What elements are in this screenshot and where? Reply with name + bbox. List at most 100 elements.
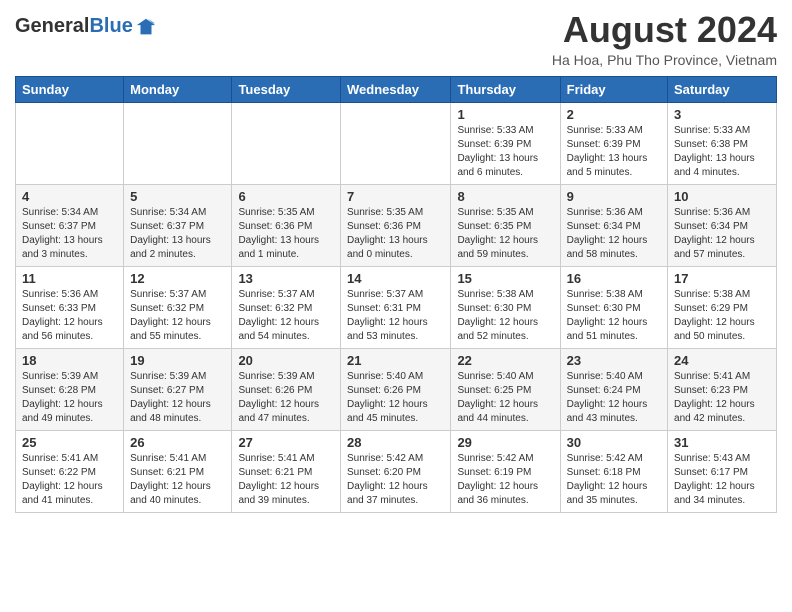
calendar-cell: 27 Sunrise: 5:41 AM Sunset: 6:21 PM Dayli…: [232, 430, 341, 512]
calendar-cell: 4Sunrise: 5:34 AM Sunset: 6:37 PM Daylig…: [16, 184, 124, 266]
day-number: 20: [238, 353, 334, 368]
day-info: Sunrise: 5:37 AM Sunset: 6:32 PM Dayligh…: [130, 288, 225, 344]
day-info: Sunrise: 5:37 AM Sunset: 6:32 PM Dayligh…: [238, 288, 334, 344]
day-number: 15: [457, 271, 553, 286]
logo-general: General: [15, 15, 89, 38]
day-number: 9: [567, 189, 661, 204]
day-info: Sunrise: 5:38 AM Sunset: 6:29 PM Dayligh…: [674, 288, 770, 344]
calendar-cell: 24 Sunrise: 5:41 AM Sunset: 6:23 PM Dayli…: [668, 348, 777, 430]
day-number: 4: [22, 189, 117, 204]
logo: GeneralBlue: [15, 10, 157, 38]
day-number: 14: [347, 271, 444, 286]
day-info: Sunrise: 5:34 AM Sunset: 6:37 PM Dayligh…: [130, 206, 225, 262]
day-info: Sunrise: 5:39 AM Sunset: 6:27 PM Dayligh…: [130, 370, 225, 426]
day-number: 1: [457, 107, 553, 122]
calendar-cell: 28 Sunrise: 5:42 AM Sunset: 6:20 PM Dayli…: [341, 430, 451, 512]
day-number: 25: [22, 435, 117, 450]
calendar-cell: [124, 102, 232, 184]
day-info: Sunrise: 5:33 AM Sunset: 6:38 PM Dayligh…: [674, 124, 770, 180]
day-number: 12: [130, 271, 225, 286]
calendar-cell: 8Sunrise: 5:35 AM Sunset: 6:35 PM Daylig…: [451, 184, 560, 266]
calendar-week-row: 1 Sunrise: 5:33 AM Sunset: 6:39 PM Daylig…: [16, 102, 777, 184]
calendar-week-row: 18Sunrise: 5:39 AM Sunset: 6:28 PM Dayli…: [16, 348, 777, 430]
day-info: Sunrise: 5:42 AM Sunset: 6:18 PM Dayligh…: [567, 452, 661, 508]
calendar-header-saturday: Saturday: [668, 76, 777, 102]
calendar-cell: 31 Sunrise: 5:43 AM Sunset: 6:17 PM Dayli…: [668, 430, 777, 512]
calendar-cell: 20 Sunrise: 5:39 AM Sunset: 6:26 PM Dayli…: [232, 348, 341, 430]
calendar-cell: 9Sunrise: 5:36 AM Sunset: 6:34 PM Daylig…: [560, 184, 667, 266]
calendar-cell: 29Sunrise: 5:42 AM Sunset: 6:19 PM Dayli…: [451, 430, 560, 512]
calendar-header-thursday: Thursday: [451, 76, 560, 102]
calendar-cell: 16 Sunrise: 5:38 AM Sunset: 6:30 PM Dayli…: [560, 266, 667, 348]
day-number: 27: [238, 435, 334, 450]
calendar-cell: 13Sunrise: 5:37 AM Sunset: 6:32 PM Dayli…: [232, 266, 341, 348]
calendar-cell: 17Sunrise: 5:38 AM Sunset: 6:29 PM Dayli…: [668, 266, 777, 348]
month-title: August 2024: [552, 10, 777, 50]
day-number: 31: [674, 435, 770, 450]
calendar-cell: 6 Sunrise: 5:35 AM Sunset: 6:36 PM Daylig…: [232, 184, 341, 266]
calendar-cell: 19 Sunrise: 5:39 AM Sunset: 6:27 PM Dayli…: [124, 348, 232, 430]
calendar-header-row: SundayMondayTuesdayWednesdayThursdayFrid…: [16, 76, 777, 102]
day-number: 19: [130, 353, 225, 368]
day-info: Sunrise: 5:35 AM Sunset: 6:35 PM Dayligh…: [457, 206, 553, 262]
day-number: 28: [347, 435, 444, 450]
day-info: Sunrise: 5:41 AM Sunset: 6:22 PM Dayligh…: [22, 452, 117, 508]
day-number: 7: [347, 189, 444, 204]
day-info: Sunrise: 5:33 AM Sunset: 6:39 PM Dayligh…: [457, 124, 553, 180]
day-number: 23: [567, 353, 661, 368]
day-number: 30: [567, 435, 661, 450]
day-info: Sunrise: 5:35 AM Sunset: 6:36 PM Dayligh…: [238, 206, 334, 262]
day-number: 3: [674, 107, 770, 122]
day-info: Sunrise: 5:41 AM Sunset: 6:23 PM Dayligh…: [674, 370, 770, 426]
calendar-cell: 18Sunrise: 5:39 AM Sunset: 6:28 PM Dayli…: [16, 348, 124, 430]
logo-icon: [135, 16, 157, 38]
day-number: 11: [22, 271, 117, 286]
day-number: 2: [567, 107, 661, 122]
day-info: Sunrise: 5:38 AM Sunset: 6:30 PM Dayligh…: [457, 288, 553, 344]
day-info: Sunrise: 5:37 AM Sunset: 6:31 PM Dayligh…: [347, 288, 444, 344]
logo-blue: Blue: [89, 15, 132, 38]
day-number: 10: [674, 189, 770, 204]
calendar-header-friday: Friday: [560, 76, 667, 102]
calendar-cell: 5 Sunrise: 5:34 AM Sunset: 6:37 PM Daylig…: [124, 184, 232, 266]
calendar-cell: [341, 102, 451, 184]
calendar-header-tuesday: Tuesday: [232, 76, 341, 102]
calendar-cell: 1 Sunrise: 5:33 AM Sunset: 6:39 PM Daylig…: [451, 102, 560, 184]
day-number: 26: [130, 435, 225, 450]
calendar: SundayMondayTuesdayWednesdayThursdayFrid…: [15, 76, 777, 513]
day-number: 18: [22, 353, 117, 368]
calendar-header-sunday: Sunday: [16, 76, 124, 102]
calendar-cell: 12 Sunrise: 5:37 AM Sunset: 6:32 PM Dayli…: [124, 266, 232, 348]
day-info: Sunrise: 5:39 AM Sunset: 6:26 PM Dayligh…: [238, 370, 334, 426]
calendar-cell: 3 Sunrise: 5:33 AM Sunset: 6:38 PM Daylig…: [668, 102, 777, 184]
day-number: 21: [347, 353, 444, 368]
calendar-cell: 21 Sunrise: 5:40 AM Sunset: 6:26 PM Dayli…: [341, 348, 451, 430]
day-info: Sunrise: 5:35 AM Sunset: 6:36 PM Dayligh…: [347, 206, 444, 262]
day-info: Sunrise: 5:41 AM Sunset: 6:21 PM Dayligh…: [238, 452, 334, 508]
day-info: Sunrise: 5:38 AM Sunset: 6:30 PM Dayligh…: [567, 288, 661, 344]
day-number: 5: [130, 189, 225, 204]
day-number: 6: [238, 189, 334, 204]
day-info: Sunrise: 5:40 AM Sunset: 6:26 PM Dayligh…: [347, 370, 444, 426]
calendar-cell: 14 Sunrise: 5:37 AM Sunset: 6:31 PM Dayli…: [341, 266, 451, 348]
calendar-cell: 7 Sunrise: 5:35 AM Sunset: 6:36 PM Daylig…: [341, 184, 451, 266]
calendar-cell: [16, 102, 124, 184]
day-info: Sunrise: 5:42 AM Sunset: 6:20 PM Dayligh…: [347, 452, 444, 508]
day-info: Sunrise: 5:41 AM Sunset: 6:21 PM Dayligh…: [130, 452, 225, 508]
header: GeneralBlue August 2024 Ha Hoa, Phu Tho …: [15, 10, 777, 68]
calendar-cell: 22Sunrise: 5:40 AM Sunset: 6:25 PM Dayli…: [451, 348, 560, 430]
calendar-cell: 23Sunrise: 5:40 AM Sunset: 6:24 PM Dayli…: [560, 348, 667, 430]
day-info: Sunrise: 5:42 AM Sunset: 6:19 PM Dayligh…: [457, 452, 553, 508]
day-number: 22: [457, 353, 553, 368]
day-info: Sunrise: 5:33 AM Sunset: 6:39 PM Dayligh…: [567, 124, 661, 180]
calendar-cell: 15 Sunrise: 5:38 AM Sunset: 6:30 PM Dayli…: [451, 266, 560, 348]
calendar-cell: 10 Sunrise: 5:36 AM Sunset: 6:34 PM Dayli…: [668, 184, 777, 266]
day-info: Sunrise: 5:43 AM Sunset: 6:17 PM Dayligh…: [674, 452, 770, 508]
page: GeneralBlue August 2024 Ha Hoa, Phu Tho …: [0, 0, 792, 528]
day-number: 16: [567, 271, 661, 286]
calendar-week-row: 25 Sunrise: 5:41 AM Sunset: 6:22 PM Dayli…: [16, 430, 777, 512]
calendar-cell: 26 Sunrise: 5:41 AM Sunset: 6:21 PM Dayli…: [124, 430, 232, 512]
calendar-cell: 11Sunrise: 5:36 AM Sunset: 6:33 PM Dayli…: [16, 266, 124, 348]
day-number: 24: [674, 353, 770, 368]
day-info: Sunrise: 5:36 AM Sunset: 6:34 PM Dayligh…: [674, 206, 770, 262]
